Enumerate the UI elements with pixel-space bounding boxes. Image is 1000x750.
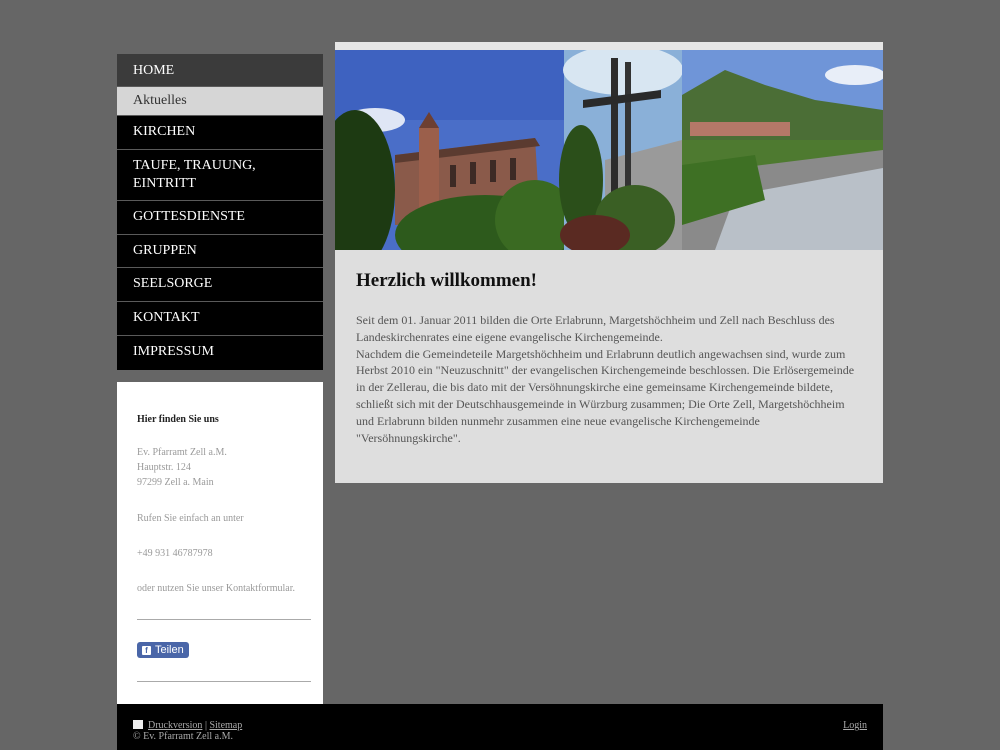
header-strip xyxy=(335,42,883,50)
nav-item-label: HOME xyxy=(133,63,175,78)
header-banner-image xyxy=(335,50,883,250)
nav-item-seelsorge[interactable]: SEELSORGE xyxy=(117,268,323,302)
page-title: Herzlich willkommen! xyxy=(356,270,537,291)
print-version-link[interactable]: Druckversion xyxy=(148,720,202,731)
address-line: Hauptstr. 124 xyxy=(137,462,191,473)
print-icon xyxy=(133,720,143,729)
main-content: Herzlich willkommen! Seit dem 01. Januar… xyxy=(335,42,883,483)
cross-photo xyxy=(559,50,683,250)
nav-item-impressum[interactable]: IMPRESSUM xyxy=(117,336,323,370)
copyright-text: © Ev. Pfarramt Zell a.M. xyxy=(133,731,233,742)
nav-item-label: GOTTESDIENSTE xyxy=(133,209,245,224)
facebook-share-button[interactable]: f Teilen xyxy=(137,642,189,658)
facebook-icon: f xyxy=(142,645,151,655)
address-line: Ev. Pfarramt Zell a.M. xyxy=(137,447,227,458)
sidebar-contact-box: Hier finden Sie uns Ev. Pfarramt Zell a.… xyxy=(117,382,323,704)
sidebar-heading: Hier finden Sie uns xyxy=(137,414,219,425)
welcome-section: Herzlich willkommen! Seit dem 01. Januar… xyxy=(335,250,883,483)
call-text: Rufen Sie einfach an unter xyxy=(137,513,244,524)
contact-form-text: oder nutzen Sie unser Kontaktformular. xyxy=(137,583,296,594)
login-link[interactable]: Login xyxy=(843,720,867,731)
nav-item-label: KONTAKT xyxy=(133,310,200,325)
nav-item-label: SEELSORGE xyxy=(133,276,213,291)
nav-item-gottesdienste[interactable]: GOTTESDIENSTE xyxy=(117,201,323,235)
sitemap-link[interactable]: Sitemap xyxy=(209,720,242,731)
nav-item-label: GRUPPEN xyxy=(133,243,197,258)
nav-item-label: Aktuelles xyxy=(133,93,187,108)
river-photo xyxy=(682,50,883,250)
nav-item-label: TAUFE, TRAUUNG, EINTRITT xyxy=(133,158,256,191)
intro-paragraph: Seit dem 01. Januar 2011 bilden die Orte… xyxy=(356,313,835,344)
nav-item-home[interactable]: HOME xyxy=(117,54,323,87)
main-navigation: HOME Aktuelles KIRCHEN TAUFE, TRAUUNG, E… xyxy=(117,54,323,370)
share-label: Teilen xyxy=(155,644,184,656)
body-paragraph: Nachdem die Gemeindeteile Margetshöchhei… xyxy=(356,346,855,445)
divider xyxy=(137,681,311,682)
nav-item-kontakt[interactable]: KONTAKT xyxy=(117,302,323,336)
nav-item-gruppen[interactable]: GRUPPEN xyxy=(117,235,323,268)
nav-item-label: KIRCHEN xyxy=(133,124,196,139)
banner-collage xyxy=(335,50,883,250)
nav-item-kirchen[interactable]: KIRCHEN xyxy=(117,116,323,150)
church-photo xyxy=(335,50,575,250)
nav-item-label: IMPRESSUM xyxy=(133,344,214,359)
footer-separator: | xyxy=(204,720,207,731)
nav-item-taufe-trauung-eintritt[interactable]: TAUFE, TRAUUNG, EINTRITT xyxy=(117,150,323,201)
page-footer: Druckversion | Sitemap © Ev. Pfarramt Ze… xyxy=(117,704,883,750)
address-line: 97299 Zell a. Main xyxy=(137,477,214,488)
nav-item-aktuelles[interactable]: Aktuelles xyxy=(117,87,323,116)
phone-number: +49 931 46787978 xyxy=(137,548,213,559)
